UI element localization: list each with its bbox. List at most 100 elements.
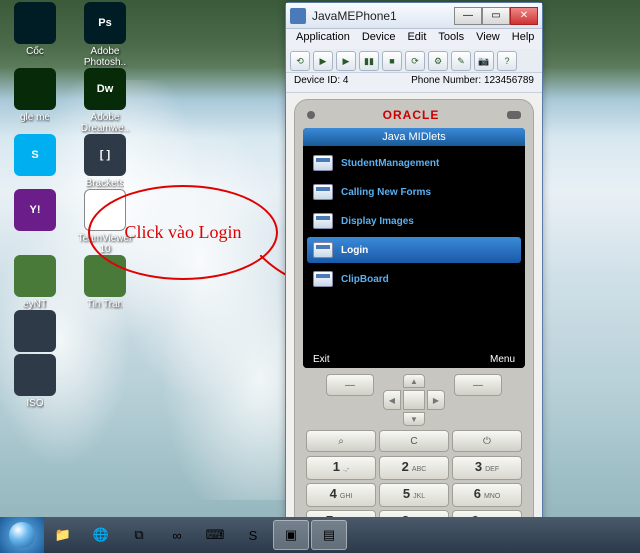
menu-edit[interactable]: Edit [403, 31, 430, 47]
soft-right-button[interactable]: — [454, 374, 502, 396]
toolbar-button-0[interactable]: ⟲ [290, 51, 310, 71]
desktop-icon[interactable]: eyNT [4, 255, 66, 310]
desktop-icon[interactable]: gle me [4, 68, 66, 134]
toolbar-button-5[interactable]: ⟳ [405, 51, 425, 71]
dpad-up[interactable]: ▲ [403, 374, 425, 388]
midlet-icon [313, 184, 333, 200]
midlet-icon [313, 242, 333, 258]
key-1[interactable]: 1.,- [306, 456, 376, 480]
toolbar-button-3[interactable]: ▮▮ [359, 51, 379, 71]
dpad-center[interactable] [403, 390, 425, 410]
dpad-left[interactable]: ◀ [383, 390, 401, 410]
start-button[interactable] [0, 517, 44, 553]
midlet-item[interactable]: Calling New Forms [307, 179, 521, 205]
app-tile-icon [14, 68, 56, 110]
midlet-label: Display Images [341, 216, 414, 227]
icon-label: Brackets [86, 178, 125, 189]
taskbar-app-5[interactable]: S [235, 520, 271, 550]
desktop-icon[interactable]: S [4, 134, 66, 189]
icon-label: Adobe Photosh.. [75, 46, 135, 68]
desktop-icon[interactable]: DwAdobe Dreamwe.. [74, 68, 136, 134]
key-5[interactable]: 5JKL [379, 483, 449, 507]
icon-label: Tin Tran [87, 299, 123, 310]
taskbar-app-1[interactable]: 🌐 [83, 520, 119, 550]
annotation-circle: Click vào Login [88, 185, 278, 280]
midlet-label: ClipBoard [341, 274, 389, 285]
close-button[interactable]: ✕ [510, 7, 538, 25]
emulator-window: JavaMEPhone1 — ▭ ✕ ApplicationDeviceEdit… [285, 2, 543, 547]
titlebar[interactable]: JavaMEPhone1 — ▭ ✕ [286, 3, 542, 29]
call-button[interactable]: ⌕ [306, 430, 376, 452]
desktop-icon[interactable]: Cốc [4, 2, 66, 68]
key-6[interactable]: 6MNO [452, 483, 522, 507]
end-button[interactable]: ⏻ [452, 430, 522, 452]
phone-body: ORACLE Java MIDlets StudentManagement Cal… [286, 93, 542, 546]
screen-title: Java MIDlets [303, 128, 525, 146]
key-4[interactable]: 4GHI [306, 483, 376, 507]
clear-button[interactable]: C [379, 430, 449, 452]
toolbar-button-1[interactable]: ▶ [313, 51, 333, 71]
toolbar-button-9[interactable]: ? [497, 51, 517, 71]
midlet-label: Calling New Forms [341, 187, 431, 198]
toolbar-button-2[interactable]: ▶ [336, 51, 356, 71]
key-2[interactable]: 2ABC [379, 456, 449, 480]
phone-face: ORACLE Java MIDlets StudentManagement Cal… [294, 99, 534, 546]
midlet-item[interactable]: Display Images [307, 208, 521, 234]
desktop-icon[interactable]: ISO [4, 354, 66, 409]
maximize-button[interactable]: ▭ [482, 7, 510, 25]
dpad-down[interactable]: ▼ [403, 412, 425, 426]
taskbar-app-6[interactable]: ▣ [273, 520, 309, 550]
soft-left-button[interactable]: — [326, 374, 374, 396]
midlet-item[interactable]: ClipBoard [307, 266, 521, 292]
midlet-label: Login [341, 245, 368, 256]
icon-label: ISO [26, 398, 43, 409]
desktop-icon[interactable]: [ ] Brackets [74, 134, 136, 189]
annotation-text: Click vào Login [125, 222, 242, 243]
midlet-item[interactable]: StudentManagement [307, 150, 521, 176]
key-3[interactable]: 3DEF [452, 456, 522, 480]
midlet-icon [313, 155, 333, 171]
phone-number: Phone Number: 123456789 [411, 75, 534, 90]
softkey-left[interactable]: Exit [313, 354, 330, 365]
app-tile-icon: [ ] [84, 134, 126, 176]
menu-device[interactable]: Device [358, 31, 400, 47]
app-tile-icon [14, 2, 56, 44]
desktop-icon[interactable]: Y! [4, 189, 66, 255]
infobar: Device ID: 4 Phone Number: 123456789 [286, 73, 542, 93]
menubar: ApplicationDeviceEditToolsViewHelp [286, 29, 542, 49]
menu-tools[interactable]: Tools [434, 31, 468, 47]
toolbar-button-7[interactable]: ✎ [451, 51, 471, 71]
app-tile-icon: Ps [84, 2, 126, 44]
toolbar-button-4[interactable]: ■ [382, 51, 402, 71]
taskbar-app-7[interactable]: ▤ [311, 520, 347, 550]
desktop-icon[interactable]: PsAdobe Photosh.. [74, 2, 136, 68]
menu-view[interactable]: View [472, 31, 504, 47]
app-tile-icon: Dw [84, 68, 126, 110]
app-tile-icon: Y! [14, 189, 56, 231]
menu-application[interactable]: Application [292, 31, 354, 47]
window-title: JavaMEPhone1 [312, 9, 454, 23]
softkey-right[interactable]: Menu [490, 354, 515, 365]
icon-label: eyNT [23, 299, 47, 310]
oracle-logo: ORACLE [383, 108, 440, 122]
icon-label: Cốc [26, 46, 44, 57]
midlet-icon [313, 213, 333, 229]
midlet-item[interactable]: Login [307, 237, 521, 263]
midlet-list: StudentManagement Calling New Forms Displa… [303, 146, 525, 351]
taskbar-app-4[interactable]: ⌨ [197, 520, 233, 550]
icon-label: gle me [20, 112, 50, 123]
camera-icon [507, 111, 521, 119]
menu-help[interactable]: Help [508, 31, 539, 47]
midlet-label: StudentManagement [341, 158, 439, 169]
desktop-icon[interactable] [4, 310, 66, 354]
taskbar-app-3[interactable]: ∞ [159, 520, 195, 550]
app-tile-icon [14, 354, 56, 396]
taskbar-app-2[interactable]: ⧉ [121, 520, 157, 550]
dpad-right[interactable]: ▶ [427, 390, 445, 410]
windows-orb-icon [9, 522, 35, 548]
taskbar-app-0[interactable]: 📁 [45, 520, 81, 550]
toolbar-button-8[interactable]: 📷 [474, 51, 494, 71]
earpiece-icon [307, 111, 315, 119]
minimize-button[interactable]: — [454, 7, 482, 25]
toolbar-button-6[interactable]: ⚙ [428, 51, 448, 71]
